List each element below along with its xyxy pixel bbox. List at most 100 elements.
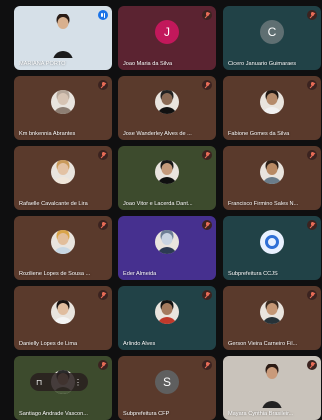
participant-name: Rafaelle Cavalcante de Lira xyxy=(19,201,88,207)
mic-muted-icon xyxy=(307,150,317,160)
mic-muted-icon xyxy=(98,360,108,370)
participant-name: Subprefeitura CFP xyxy=(123,411,170,417)
mic-muted-icon xyxy=(98,220,108,230)
avatar-shoulders xyxy=(262,177,282,184)
participant-tile[interactable]: Danielly Lopes de Lima xyxy=(14,286,112,350)
avatar-photo xyxy=(155,230,179,254)
avatar-photo xyxy=(260,300,284,324)
participant-tile[interactable]: Subprefeitura CCJS xyxy=(223,216,321,280)
participant-name: Eder Almeida xyxy=(123,271,157,277)
mic-muted-icon xyxy=(202,150,212,160)
avatar-shoulders xyxy=(53,247,73,254)
avatar-head xyxy=(266,367,278,379)
participant-name: Cicero Januario Guimaraes xyxy=(228,61,297,67)
mic-muted-icon xyxy=(98,80,108,90)
avatar-head xyxy=(57,17,69,29)
participant-name: Roziliene Lopes de Sousa ... xyxy=(19,271,91,277)
more-options-icon[interactable]: ⋮ xyxy=(74,378,82,387)
avatar-head xyxy=(57,233,69,245)
avatar-photo xyxy=(51,300,75,324)
avatar-photo xyxy=(155,90,179,114)
participant-tile[interactable]: Fabione Gomes da Silva xyxy=(223,76,321,140)
tile-hover-controls: ⊓ ⋮ xyxy=(30,373,88,391)
avatar-photo xyxy=(260,90,284,114)
avatar-initial: S xyxy=(155,370,179,394)
mic-muted-icon xyxy=(202,360,212,370)
avatar-head xyxy=(161,303,173,315)
avatar-head xyxy=(266,303,278,315)
avatar-shoulders xyxy=(53,317,73,324)
avatar-initial: J xyxy=(155,20,179,44)
participant-tile[interactable]: Rafaelle Cavalcante de Lira xyxy=(14,146,112,210)
avatar-head xyxy=(161,233,173,245)
avatar-initial: C xyxy=(260,20,284,44)
avatar-shoulders xyxy=(157,317,177,324)
participant-name: Subprefeitura CCJS xyxy=(228,271,278,277)
participant-tile[interactable]: Mayara Cynthia Brasileir... xyxy=(223,356,321,420)
avatar-shoulders xyxy=(262,107,282,114)
avatar-photo xyxy=(51,230,75,254)
participant-video xyxy=(45,14,81,58)
participant-name: Arlindo Alves xyxy=(123,341,156,347)
participant-name: Gerson Vieira Carneiro Fil... xyxy=(228,341,298,347)
avatar-photo xyxy=(51,160,75,184)
participant-name: Francisco Firmino Sales N... xyxy=(228,201,299,207)
avatar-head xyxy=(161,93,173,105)
avatar-photo xyxy=(155,160,179,184)
participant-name: Santiago Andrade Vascon... xyxy=(19,411,88,417)
avatar-shoulders xyxy=(157,107,177,114)
avatar-head xyxy=(266,93,278,105)
pin-icon[interactable]: ⊓ xyxy=(36,378,42,387)
participant-tile[interactable]: S Subprefeitura CFP xyxy=(118,356,216,420)
mic-muted-icon xyxy=(307,10,317,20)
mic-muted-icon xyxy=(202,10,212,20)
avatar-shoulders xyxy=(53,177,73,184)
logo-icon xyxy=(265,235,279,249)
avatar-head xyxy=(161,163,173,175)
mic-muted-icon xyxy=(98,150,108,160)
participant-name: Km bnkennia Abrantes xyxy=(19,131,76,137)
avatar-shoulders xyxy=(53,51,73,58)
mic-muted-icon xyxy=(307,220,317,230)
avatar-shoulders xyxy=(53,107,73,114)
avatar-head xyxy=(57,303,69,315)
participant-name: Fabione Gomes da Silva xyxy=(228,131,290,137)
participant-tile[interactable]: Joao Vitor e Lacerda Dant... xyxy=(118,146,216,210)
avatar-photo xyxy=(155,300,179,324)
avatar-head xyxy=(57,163,69,175)
avatar-shoulders xyxy=(262,401,282,408)
participants-grid: MARIANA PORTO J Joao Maria da Silva C Cicero… xyxy=(0,0,322,420)
participant-name: Joao Maria da Silva xyxy=(123,61,173,67)
participant-tile[interactable]: C Cicero Januario Guimaraes xyxy=(223,6,321,70)
participant-video xyxy=(254,364,290,408)
participant-tile[interactable]: Jose Wanderley Alves de ... xyxy=(118,76,216,140)
participant-tile[interactable]: Gerson Vieira Carneiro Fil... xyxy=(223,286,321,350)
avatar-shoulders xyxy=(262,317,282,324)
avatar-logo xyxy=(260,230,284,254)
participant-tile[interactable]: MARIANA PORTO xyxy=(14,6,112,70)
participant-tile[interactable]: Km bnkennia Abrantes xyxy=(14,76,112,140)
avatar-photo xyxy=(260,160,284,184)
mic-muted-icon xyxy=(202,220,212,230)
participant-name: Jose Wanderley Alves de ... xyxy=(123,131,192,137)
avatar-head xyxy=(266,163,278,175)
participant-tile[interactable]: Arlindo Alves xyxy=(118,286,216,350)
avatar-shoulders xyxy=(157,247,177,254)
mic-muted-icon xyxy=(307,80,317,90)
participant-name: Joao Vitor e Lacerda Dant... xyxy=(123,201,193,207)
participant-name: Danielly Lopes de Lima xyxy=(19,341,78,347)
avatar-shoulders xyxy=(157,177,177,184)
participant-name: MARIANA PORTO xyxy=(19,61,66,67)
speaking-indicator-icon xyxy=(98,10,108,20)
avatar-photo xyxy=(51,90,75,114)
participant-tile[interactable]: Roziliene Lopes de Sousa ... xyxy=(14,216,112,280)
mic-muted-icon xyxy=(202,290,212,300)
mic-muted-icon xyxy=(98,290,108,300)
participant-tile[interactable]: Santiago Andrade Vascon... ⊓ ⋮ xyxy=(14,356,112,420)
participant-tile[interactable]: J Joao Maria da Silva xyxy=(118,6,216,70)
participant-tile[interactable]: Eder Almeida xyxy=(118,216,216,280)
participant-tile[interactable]: Francisco Firmino Sales N... xyxy=(223,146,321,210)
participant-name: Mayara Cynthia Brasileir... xyxy=(228,411,294,417)
mic-muted-icon xyxy=(307,290,317,300)
mic-muted-icon xyxy=(307,360,317,370)
